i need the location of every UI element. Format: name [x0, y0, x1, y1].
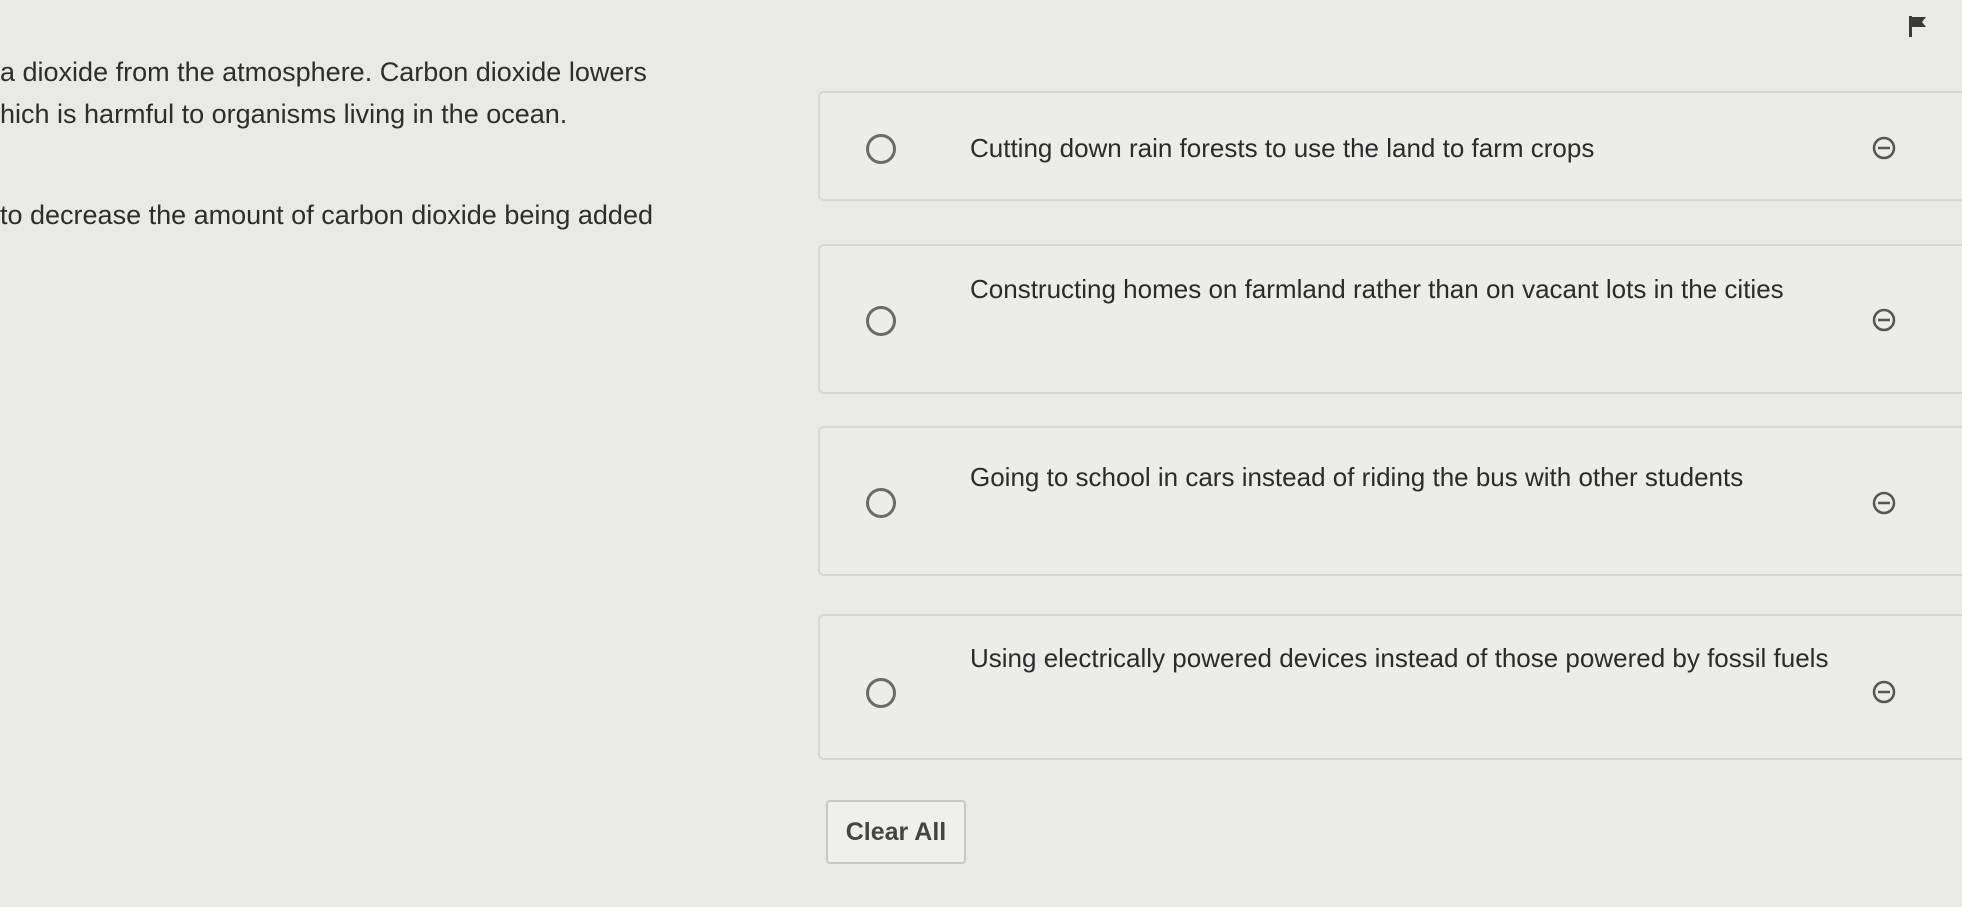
- radio-button-icon[interactable]: [866, 488, 896, 518]
- passage-line: to decrease the amount of carbon dioxide…: [0, 200, 653, 230]
- flag-icon[interactable]: [1906, 14, 1930, 38]
- passage-line: a dioxide from the atmosphere. Carbon di…: [0, 57, 647, 87]
- answer-option-text: Constructing homes on farmland rather th…: [970, 274, 1784, 304]
- answer-option-text: Cutting down rain forests to use the lan…: [970, 133, 1595, 163]
- eliminate-choice-icon[interactable]: [1872, 308, 1896, 332]
- passage-line: hich is harmful to organisms living in t…: [0, 99, 568, 129]
- clear-all-button[interactable]: Clear All: [826, 800, 966, 864]
- answer-option-text: Using electrically powered devices inste…: [970, 643, 1829, 673]
- answer-option-4[interactable]: Using electrically powered devices inste…: [818, 614, 1962, 760]
- eliminate-choice-icon[interactable]: [1872, 136, 1896, 160]
- answer-option-1[interactable]: Cutting down rain forests to use the lan…: [818, 91, 1962, 201]
- radio-button-icon[interactable]: [866, 678, 896, 708]
- answer-option-text: Going to school in cars instead of ridin…: [970, 462, 1744, 492]
- radio-button-icon[interactable]: [866, 306, 896, 336]
- answer-option-2[interactable]: Constructing homes on farmland rather th…: [818, 244, 1962, 394]
- eliminate-choice-icon[interactable]: [1872, 491, 1896, 515]
- passage-panel: a dioxide from the atmosphere. Carbon di…: [0, 0, 790, 907]
- eliminate-choice-icon[interactable]: [1872, 680, 1896, 704]
- radio-button-icon[interactable]: [866, 134, 896, 164]
- answer-option-3[interactable]: Going to school in cars instead of ridin…: [818, 426, 1962, 576]
